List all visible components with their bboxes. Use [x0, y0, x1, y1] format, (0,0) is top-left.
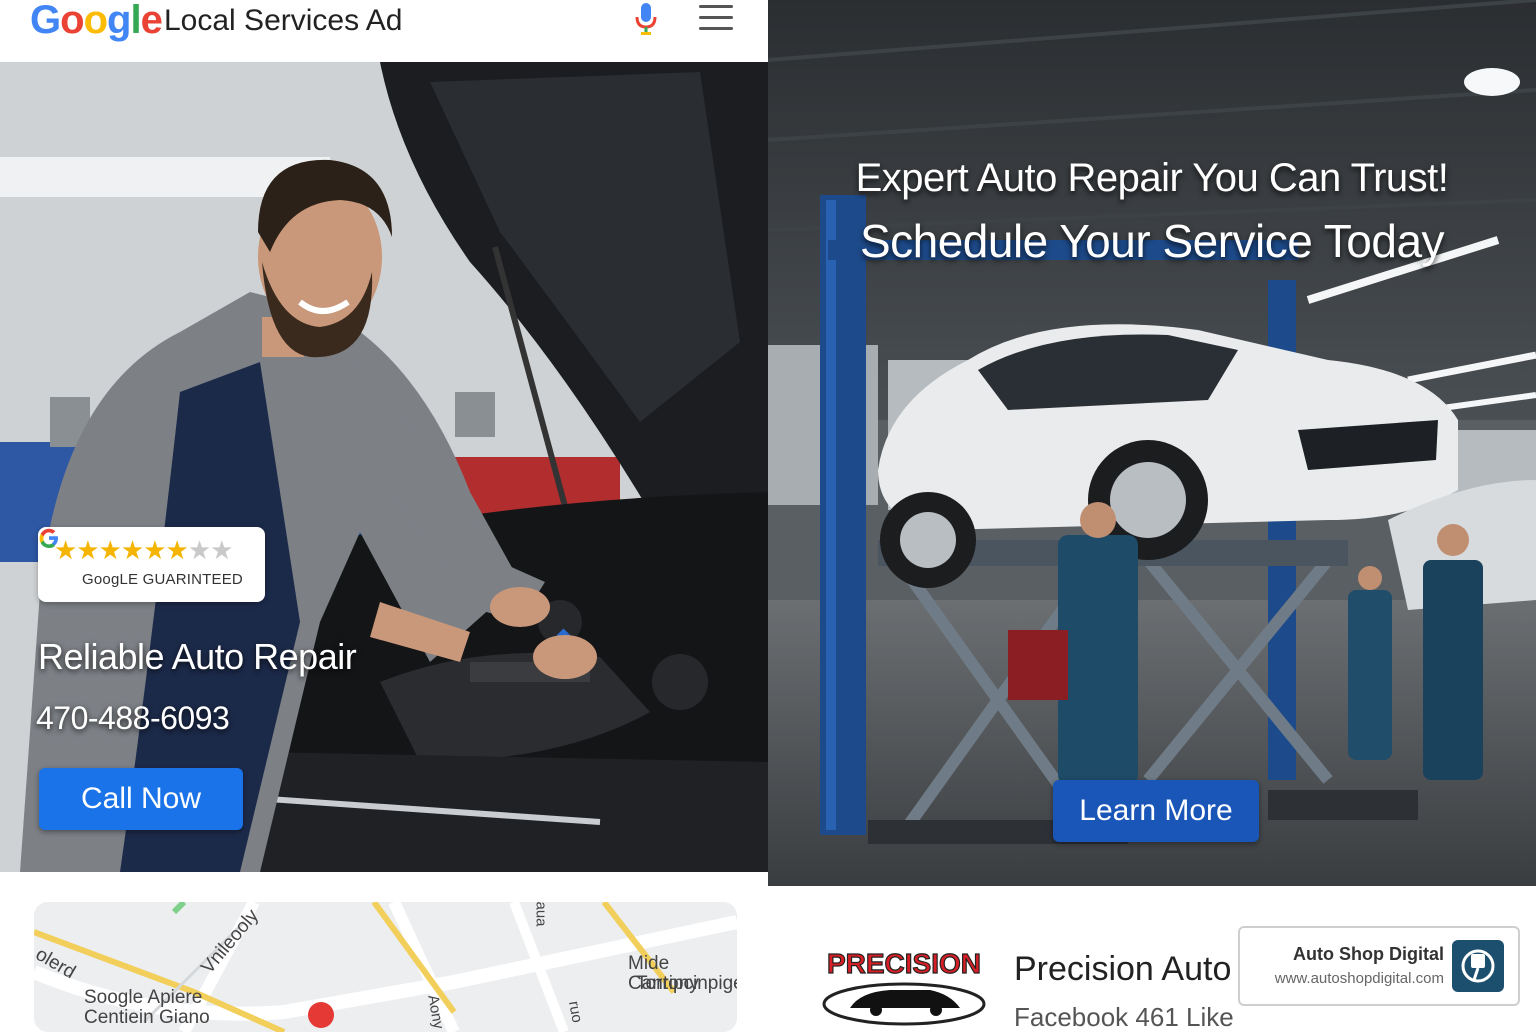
garage-lift-photo: Expert Auto Repair You Can Trust! Schedu… — [768, 0, 1536, 886]
garage-photo-illustration — [768, 0, 1536, 886]
google-g-icon — [39, 528, 58, 548]
call-now-button[interactable]: Call Now — [39, 768, 243, 830]
mechanic-photo-illustration — [0, 62, 768, 872]
map-label: Torripcinpige — [636, 973, 737, 994]
header-title: Local Services Ad — [164, 4, 403, 37]
precision-logo[interactable]: PRECISION — [820, 946, 988, 1026]
map-label: Soogle Apiere — [84, 987, 203, 1008]
map-pin-icon[interactable] — [308, 1002, 334, 1028]
ad-subheadline: Schedule Your Service Today — [859, 215, 1445, 267]
map-label: ruo — [565, 999, 586, 1025]
learn-more-button[interactable]: Learn More — [1053, 780, 1259, 842]
business-likes: Facebook 461 Like — [1014, 1002, 1234, 1032]
phone-number[interactable]: 470-488-6093 — [36, 700, 230, 737]
precision-logo-text: PRECISION — [827, 948, 981, 979]
business-name[interactable]: Precision Auto — [1014, 950, 1231, 989]
microphone-icon[interactable] — [632, 2, 660, 36]
rating-stars: ★★★★★★★★ — [54, 535, 233, 565]
mechanic-hero-photo: ★★★★★★★★ GoogLE GUARINTEED Reliable Auto… — [0, 62, 768, 872]
map-label: aua — [532, 902, 550, 927]
google-logo: Google — [30, 0, 163, 42]
right-ad-panel: Expert Auto Repair You Can Trust! Schedu… — [768, 0, 1536, 1032]
hamburger-menu-icon[interactable] — [699, 5, 733, 31]
credit-name: Auto Shop Digital — [1293, 944, 1444, 964]
left-ad-panel: Google Local Services Ad ★★★★★★★★ GoogLE… — [0, 0, 768, 1032]
credit-card[interactable]: Auto Shop Digital www.autoshopdigital.co… — [1238, 926, 1520, 1006]
google-guaranteed-badge[interactable]: ★★★★★★★★ GoogLE GUARINTEED — [38, 527, 265, 602]
piston-icon — [1452, 940, 1504, 992]
map-preview[interactable]: olerd Vnileooly Soogle Apiere Centiein G… — [34, 902, 737, 1032]
google-header-bar: Google Local Services Ad — [0, 0, 768, 62]
ad-headline: Expert Auto Repair You Can Trust! — [855, 156, 1449, 200]
ad-title: Reliable Auto Repair — [38, 636, 357, 677]
map-label: Centiein Giano — [84, 1007, 210, 1028]
credit-url[interactable]: www.autoshopdigital.com — [1275, 970, 1444, 987]
guaranteed-label: GoogLE GUARINTEED — [82, 571, 243, 588]
